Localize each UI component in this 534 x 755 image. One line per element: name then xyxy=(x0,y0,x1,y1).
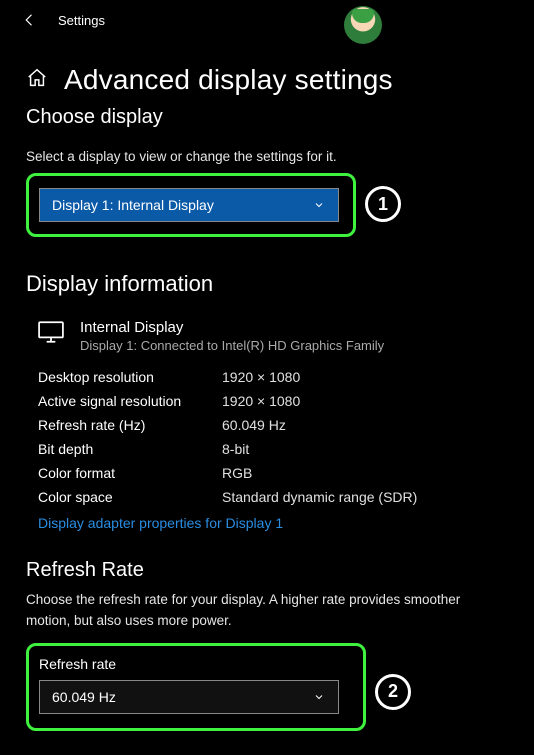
spec-label: Refresh rate (Hz) xyxy=(38,417,222,433)
spec-value: 1920 × 1080 xyxy=(222,369,508,385)
display-information-heading: Display information xyxy=(26,271,508,297)
display-adapter-link[interactable]: Display adapter properties for Display 1 xyxy=(38,515,508,531)
page-title: Advanced display settings xyxy=(64,64,393,96)
chevron-down-icon xyxy=(312,690,326,704)
refresh-rate-highlight: Refresh rate 60.049 Hz 2 xyxy=(26,643,366,731)
display-identity: Internal Display Display 1: Connected to… xyxy=(26,319,508,353)
home-icon[interactable] xyxy=(26,67,48,94)
refresh-rate-heading: Refresh Rate xyxy=(26,559,508,582)
spec-value: 8-bit xyxy=(222,441,508,457)
refresh-rate-subtext: Choose the refresh rate for your display… xyxy=(26,590,508,631)
display-subtext: Display 1: Connected to Intel(R) HD Grap… xyxy=(80,338,384,353)
spec-value: Standard dynamic range (SDR) xyxy=(222,489,508,505)
back-arrow-icon xyxy=(21,11,39,29)
spec-value: RGB xyxy=(222,465,508,481)
window-header: Settings xyxy=(0,0,534,40)
spec-label: Color space xyxy=(38,489,222,505)
callout-1: 1 xyxy=(365,186,401,222)
display-select-value: Display 1: Internal Display xyxy=(52,197,214,213)
callout-2: 2 xyxy=(375,674,411,710)
chevron-down-icon xyxy=(312,198,326,212)
monitor-icon xyxy=(38,321,66,348)
choose-display-subtext: Select a display to view or change the s… xyxy=(26,147,508,167)
spec-label: Desktop resolution xyxy=(38,369,222,385)
header-title: Settings xyxy=(58,13,105,28)
spec-label: Bit depth xyxy=(38,441,222,457)
back-button[interactable] xyxy=(20,10,40,30)
spec-value: 60.049 Hz xyxy=(222,417,508,433)
display-name: Internal Display xyxy=(80,319,384,336)
refresh-rate-value: 60.049 Hz xyxy=(52,689,116,705)
refresh-rate-dropdown[interactable]: 60.049 Hz xyxy=(39,680,339,714)
spec-grid: Desktop resolution 1920 × 1080 Active si… xyxy=(38,369,508,505)
display-select-highlight: Display 1: Internal Display 1 xyxy=(26,173,356,237)
spec-value: 1920 × 1080 xyxy=(222,393,508,409)
spec-label: Color format xyxy=(38,465,222,481)
spec-label: Active signal resolution xyxy=(38,393,222,409)
display-select-dropdown[interactable]: Display 1: Internal Display xyxy=(39,188,339,222)
choose-display-heading: Choose display xyxy=(26,106,508,129)
avatar xyxy=(344,6,382,44)
refresh-rate-label: Refresh rate xyxy=(39,656,353,672)
